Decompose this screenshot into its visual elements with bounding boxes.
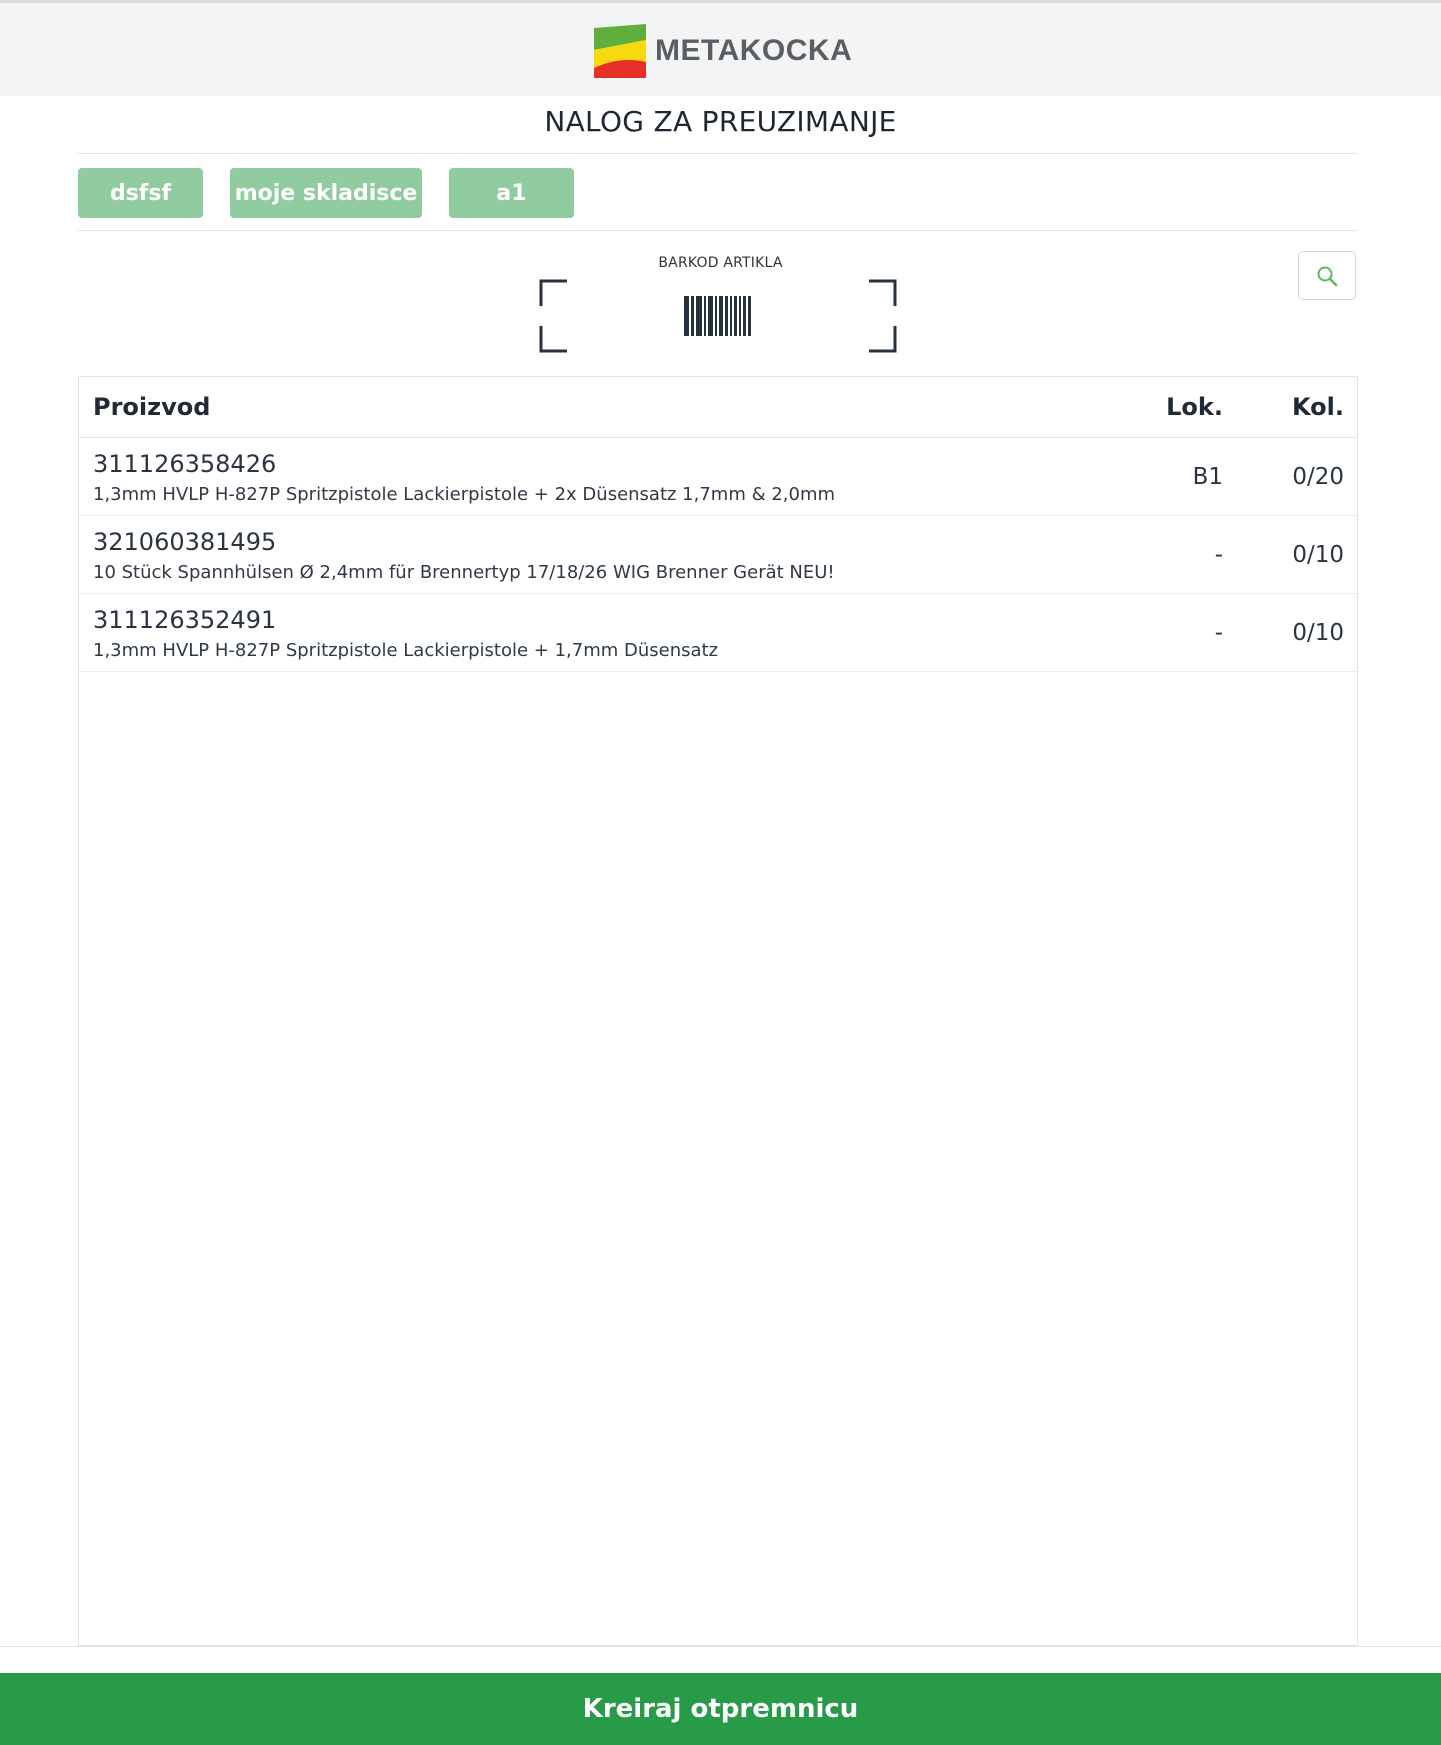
page-title: NALOG ZA PREUZIMANJE — [544, 105, 897, 138]
search-button[interactable] — [1298, 251, 1356, 300]
table-row[interactable]: 321060381495 10 Stück Spannhülsen Ø 2,4m… — [79, 516, 1357, 594]
product-location: - — [1214, 542, 1223, 568]
tag-chip[interactable]: a1 — [449, 168, 574, 218]
table-row[interactable]: 311126358426 1,3mm HVLP H-827P Spritzpis… — [79, 438, 1357, 516]
product-name: 1,3mm HVLP H-827P Spritzpistole Lackierp… — [93, 484, 836, 505]
tag-chip[interactable]: dsfsf — [78, 168, 203, 218]
metakocka-logo-icon — [594, 24, 646, 78]
table-row[interactable]: 311126352491 1,3mm HVLP H-827P Spritzpis… — [79, 594, 1357, 672]
table-header: Proizvod Lok. Kol. — [79, 377, 1357, 438]
product-name: 1,3mm HVLP H-827P Spritzpistole Lackierp… — [93, 640, 719, 661]
scan-frame-corner-icon — [539, 279, 567, 353]
brand-name: METAKOCKA — [655, 34, 853, 67]
product-code: 311126358426 — [93, 450, 277, 478]
barcode-icon — [684, 296, 751, 336]
divider — [78, 230, 1358, 231]
footer-divider — [0, 1646, 1441, 1647]
search-icon — [1317, 266, 1338, 286]
scan-frame-corner-icon — [869, 279, 897, 353]
column-header-quantity: Kol. — [1291, 393, 1344, 421]
barcode-scanner[interactable] — [538, 278, 898, 354]
product-code: 311126352491 — [93, 606, 277, 634]
logo: METAKOCKA — [594, 24, 852, 78]
product-quantity: 0/10 — [1292, 542, 1344, 568]
product-name: 10 Stück Spannhülsen Ø 2,4mm für Brenner… — [93, 562, 835, 583]
product-quantity: 0/20 — [1292, 464, 1344, 490]
product-quantity: 0/10 — [1292, 620, 1344, 646]
product-location: - — [1214, 620, 1223, 646]
divider — [78, 153, 1358, 154]
product-code: 321060381495 — [93, 528, 277, 556]
column-header-location: Lok. — [1166, 393, 1223, 421]
barcode-label: BARKOD ARTIKLA — [658, 255, 783, 271]
product-location: B1 — [1192, 464, 1223, 490]
tag-chip[interactable]: moje skladisce — [230, 168, 422, 218]
app-header: METAKOCKA — [0, 3, 1441, 96]
products-table: Proizvod Lok. Kol. 311126358426 1,3mm HV… — [78, 376, 1358, 1646]
column-header-product: Proizvod — [93, 393, 211, 421]
create-dispatch-note-button[interactable]: Kreiraj otpremnicu — [0, 1673, 1441, 1745]
